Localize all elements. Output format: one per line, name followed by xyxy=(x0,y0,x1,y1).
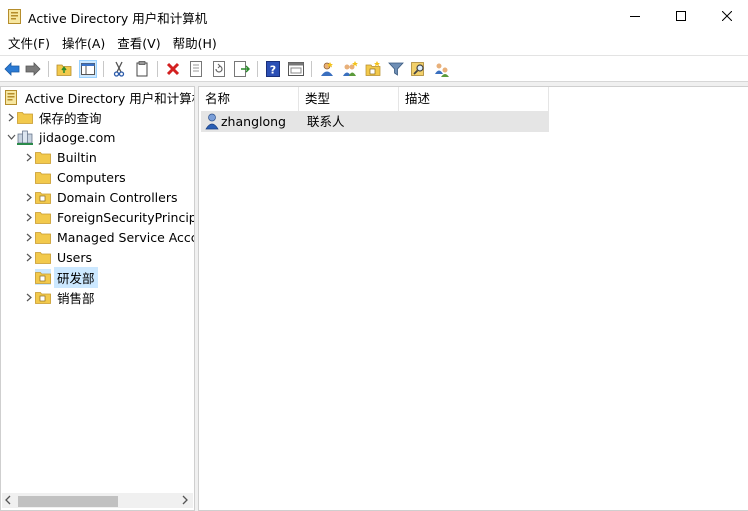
tree-item-label: Domain Controllers xyxy=(57,189,178,205)
delete-icon[interactable] xyxy=(164,60,182,78)
column-header-name[interactable]: 名称 xyxy=(199,87,299,111)
back-icon[interactable] xyxy=(3,60,21,78)
chevron-right-icon[interactable] xyxy=(23,247,35,267)
copy-icon[interactable] xyxy=(133,60,151,78)
tree-item-label: ForeignSecurityPrincipa xyxy=(57,209,195,225)
contact-icon xyxy=(205,113,219,130)
menu-view[interactable]: 查看(V) xyxy=(111,32,166,55)
console-tree[interactable]: Active Directory 用户和计算机 保存的查询 jidaoge.co… xyxy=(0,86,195,511)
tree-item-label: Managed Service Accc xyxy=(57,229,195,245)
title-bar: Active Directory 用户和计算机 xyxy=(0,0,748,32)
console-icon[interactable] xyxy=(287,60,305,78)
tree-item-label: Computers xyxy=(57,169,126,185)
tree-item-rnd[interactable]: 研发部 xyxy=(23,266,98,288)
close-button[interactable] xyxy=(704,0,748,32)
list-item[interactable]: zhanglong 联系人 xyxy=(201,111,549,132)
tree-item-label: 保存的查询 xyxy=(39,110,102,126)
tree-item-users[interactable]: Users xyxy=(23,247,95,267)
menu-action[interactable]: 操作(A) xyxy=(56,32,111,55)
tree-item-label: jidaoge.com xyxy=(39,129,116,145)
tree-item-computers[interactable]: Computers xyxy=(23,167,129,187)
tree-item-managed-service[interactable]: Managed Service Accc xyxy=(23,227,195,247)
chevron-right-icon[interactable] xyxy=(5,107,17,127)
delegate-icon[interactable] xyxy=(433,60,451,78)
details-list[interactable]: 名称 类型 描述 zhanglong 联系人 xyxy=(198,86,748,511)
forward-icon[interactable] xyxy=(24,60,42,78)
new-user-icon[interactable] xyxy=(318,60,336,78)
tree-item-label: Builtin xyxy=(57,149,97,165)
chevron-right-icon[interactable] xyxy=(23,187,35,207)
menu-file[interactable]: 文件(F) xyxy=(2,32,56,55)
tree-root-label: Active Directory 用户和计算机 xyxy=(25,90,195,106)
toolbar: ? xyxy=(0,55,748,82)
properties-icon[interactable] xyxy=(187,60,205,78)
help-icon[interactable]: ? xyxy=(264,60,282,78)
chevron-down-icon[interactable] xyxy=(5,127,17,147)
ou-folder-icon xyxy=(35,269,51,285)
new-ou-icon[interactable] xyxy=(364,60,382,78)
cut-icon[interactable] xyxy=(110,60,128,78)
folder-icon xyxy=(35,249,51,265)
scrollbar-thumb[interactable] xyxy=(18,496,118,507)
refresh-icon[interactable] xyxy=(210,60,228,78)
ou-folder-icon xyxy=(35,189,51,205)
list-item-name: zhanglong xyxy=(221,114,286,129)
maximize-button[interactable] xyxy=(658,0,704,32)
filter-icon[interactable] xyxy=(387,60,405,78)
tree-item-foreign-security[interactable]: ForeignSecurityPrincipa xyxy=(23,207,195,227)
tree-item-label: 研发部 xyxy=(54,266,98,288)
tree-item-sales[interactable]: 销售部 xyxy=(23,287,98,307)
chevron-right-icon[interactable] xyxy=(23,287,35,307)
column-header-description[interactable]: 描述 xyxy=(399,87,549,111)
chevron-right-icon[interactable] xyxy=(23,227,35,247)
tree-item-label: Users xyxy=(57,249,93,265)
find-icon[interactable] xyxy=(410,60,428,78)
scroll-right-icon[interactable] xyxy=(181,494,189,509)
folder-icon xyxy=(35,149,51,165)
minimize-button[interactable] xyxy=(612,0,658,32)
tree-item-domain-controllers[interactable]: Domain Controllers xyxy=(23,187,180,207)
ou-folder-icon xyxy=(35,289,51,305)
tree-root[interactable]: Active Directory 用户和计算机 xyxy=(3,87,195,107)
ad-root-icon xyxy=(3,89,19,105)
up-folder-icon[interactable] xyxy=(55,60,73,78)
folder-icon xyxy=(35,229,51,245)
svg-text:?: ? xyxy=(270,64,276,77)
tree-horizontal-scrollbar[interactable] xyxy=(2,493,193,508)
folder-icon xyxy=(35,209,51,225)
show-hide-tree-icon[interactable] xyxy=(79,60,97,78)
menu-help[interactable]: 帮助(H) xyxy=(167,32,223,55)
tree-item-domain[interactable]: jidaoge.com xyxy=(5,127,118,147)
tree-item-saved-queries[interactable]: 保存的查询 xyxy=(5,107,105,127)
column-header-type[interactable]: 类型 xyxy=(299,87,399,111)
chevron-right-icon[interactable] xyxy=(23,147,35,167)
folder-icon xyxy=(35,169,51,185)
chevron-right-icon[interactable] xyxy=(23,207,35,227)
folder-icon xyxy=(17,109,33,125)
scroll-left-icon[interactable] xyxy=(4,494,12,509)
tree-item-builtin[interactable]: Builtin xyxy=(23,147,100,167)
list-item-type: 联系人 xyxy=(307,114,345,129)
menu-bar: 文件(F) 操作(A) 查看(V) 帮助(H) xyxy=(0,32,748,55)
domain-icon xyxy=(17,129,33,145)
new-group-icon[interactable] xyxy=(341,60,359,78)
export-list-icon[interactable] xyxy=(233,60,251,78)
tree-item-label: 销售部 xyxy=(57,290,95,306)
ad-app-icon xyxy=(8,9,21,24)
window-title: Active Directory 用户和计算机 xyxy=(28,11,208,26)
